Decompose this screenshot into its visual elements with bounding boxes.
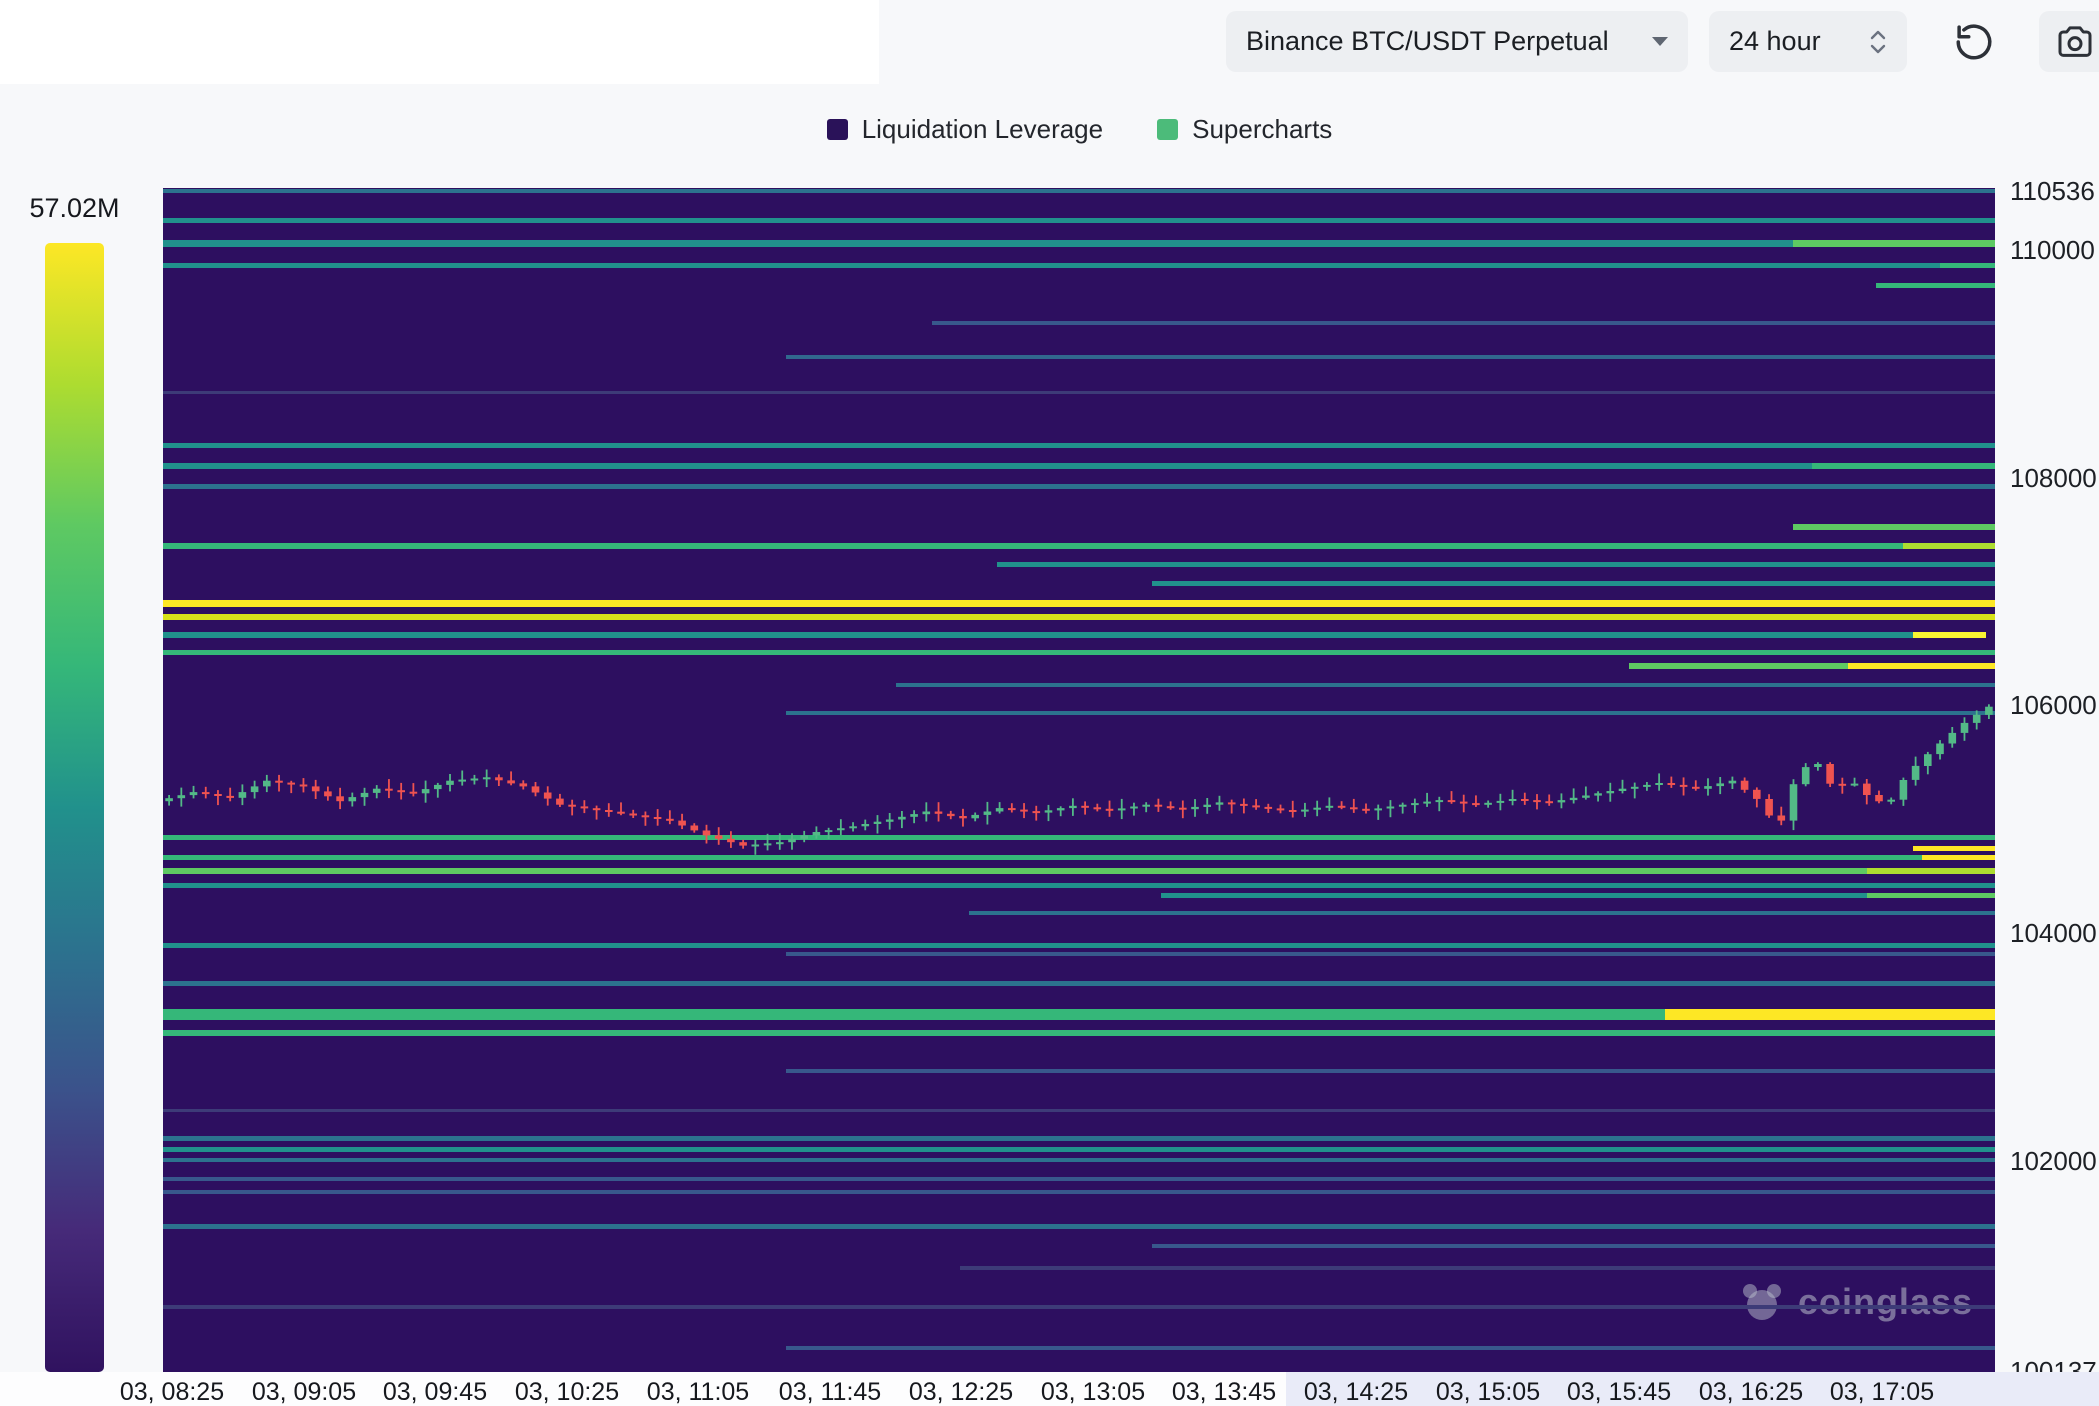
legend-swatch-liquidation-leverage: [827, 119, 848, 140]
legend-item-supercharts[interactable]: Supercharts: [1157, 114, 1332, 145]
colorbar-max-label: 57.02M: [17, 193, 132, 224]
liquidation-heatmap-page: Binance BTC/USDT Perpetual 24 hour: [0, 0, 2099, 1406]
timeframe-select[interactable]: 24 hour: [1709, 11, 1907, 72]
symbol-select[interactable]: Binance BTC/USDT Perpetual: [1226, 11, 1688, 72]
toolbar-left-panel: [0, 0, 879, 84]
candlestick-overlay: [163, 188, 1995, 1372]
y-axis-label: 110536: [2010, 176, 2098, 207]
legend-swatch-supercharts: [1157, 119, 1178, 140]
y-axis-label: 110000: [2010, 235, 2098, 266]
y-axis-label: 108000: [2010, 463, 2098, 494]
symbol-select-value: Binance BTC/USDT Perpetual: [1246, 26, 1609, 57]
heatmap-plot[interactable]: coinglass: [163, 188, 1995, 1372]
legend-item-liquidation-leverage[interactable]: Liquidation Leverage: [827, 114, 1103, 145]
y-axis-label: 104000: [2010, 918, 2098, 949]
refresh-icon: [1953, 21, 1995, 63]
legend-label: Supercharts: [1192, 114, 1332, 145]
stepper-icon: [1869, 30, 1887, 54]
y-axis-label: 102000: [2010, 1146, 2098, 1177]
x-axis-label: 03, 17:05: [1802, 1378, 1962, 1406]
chevron-down-icon: [1652, 37, 1668, 46]
colorbar: [45, 243, 104, 1372]
legend: Liquidation Leverage Supercharts: [0, 114, 2099, 145]
timeframe-select-value: 24 hour: [1729, 26, 1821, 57]
legend-label: Liquidation Leverage: [862, 114, 1103, 145]
camera-icon: [2055, 22, 2095, 62]
refresh-button[interactable]: [1941, 15, 2007, 69]
camera-button[interactable]: [2039, 11, 2099, 72]
y-axis-label: 106000: [2010, 690, 2098, 721]
toolbar: Binance BTC/USDT Perpetual 24 hour: [0, 0, 2099, 84]
